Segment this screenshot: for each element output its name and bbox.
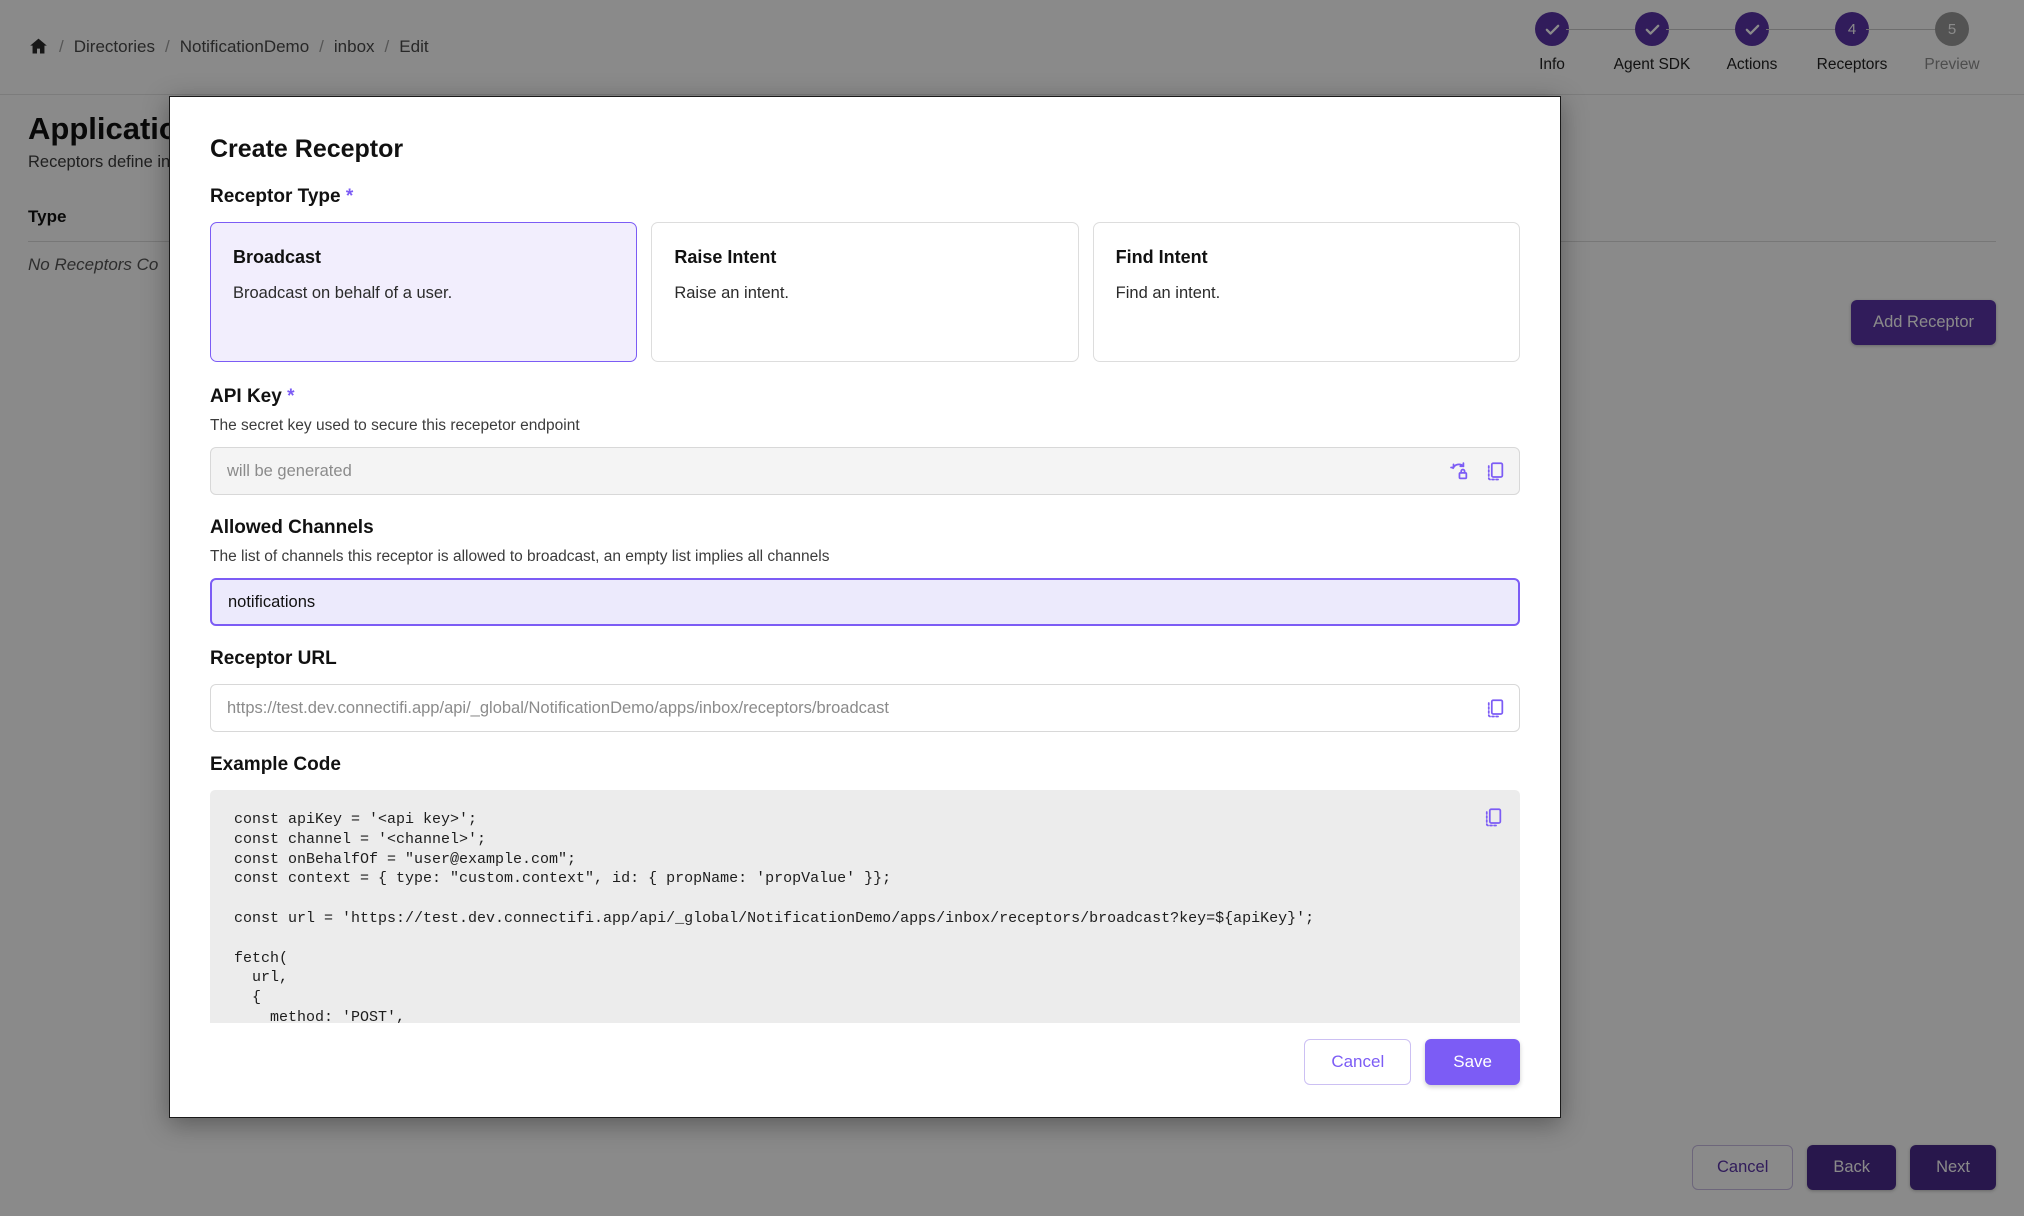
copy-icon[interactable] — [1484, 460, 1506, 482]
regenerate-key-icon[interactable] — [1448, 460, 1470, 482]
api-key-input[interactable] — [210, 447, 1520, 495]
cancel-button[interactable]: Cancel — [1304, 1039, 1412, 1085]
option-description: Raise an intent. — [674, 284, 789, 302]
api-key-field-icons — [1448, 460, 1506, 482]
copy-icon[interactable] — [1482, 806, 1504, 828]
create-receptor-dialog: Create Receptor Receptor Type * Broadcas… — [169, 96, 1561, 1118]
copy-icon[interactable] — [1484, 697, 1506, 719]
allowed-channels-label: Allowed Channels — [210, 517, 374, 538]
option-title: Raise Intent — [674, 247, 777, 267]
api-key-help-text: The secret key used to secure this recep… — [210, 417, 580, 434]
receptor-type-option-raise-intent[interactable]: Raise Intent Raise an intent. — [651, 222, 1079, 362]
example-code-text: const apiKey = '<api key>'; const channe… — [234, 811, 1315, 1023]
required-marker: * — [345, 186, 354, 207]
save-button[interactable]: Save — [1425, 1039, 1520, 1085]
option-description: Broadcast on behalf of a user. — [233, 284, 453, 302]
example-code-block: const apiKey = '<api key>'; const channe… — [210, 790, 1520, 1023]
receptor-url-input[interactable] — [210, 684, 1520, 732]
dialog-title: Create Receptor — [210, 135, 404, 163]
receptor-url-label: Receptor URL — [210, 648, 337, 669]
receptor-url-field-icons — [1484, 697, 1506, 719]
required-marker: * — [287, 386, 295, 407]
receptor-url-field-wrap — [210, 684, 1520, 732]
option-title: Find Intent — [1115, 247, 1208, 267]
receptor-type-options: Broadcast Broadcast on behalf of a user.… — [210, 222, 1520, 362]
receptor-type-label-text: Receptor Type — [210, 186, 341, 207]
dialog-body: Receptor Type * Broadcast Broadcast on b… — [170, 164, 1560, 1023]
allowed-channels-input[interactable] — [210, 578, 1520, 626]
receptor-type-label: Receptor Type * — [210, 186, 1520, 208]
example-code-label: Example Code — [210, 754, 341, 775]
allowed-channels-help-text: The list of channels this receptor is al… — [210, 548, 830, 565]
receptor-type-option-find-intent[interactable]: Find Intent Find an intent. — [1092, 222, 1520, 362]
api-key-field-wrap — [210, 447, 1520, 495]
option-description: Find an intent. — [1115, 284, 1221, 302]
dialog-footer: Cancel Save — [170, 1023, 1560, 1117]
api-key-label-text: API Key — [210, 386, 282, 407]
option-title: Broadcast — [233, 247, 322, 267]
api-key-label: API Key * — [210, 386, 1520, 408]
allowed-channels-field-wrap — [210, 578, 1520, 626]
receptor-type-option-broadcast[interactable]: Broadcast Broadcast on behalf of a user. — [210, 222, 638, 362]
